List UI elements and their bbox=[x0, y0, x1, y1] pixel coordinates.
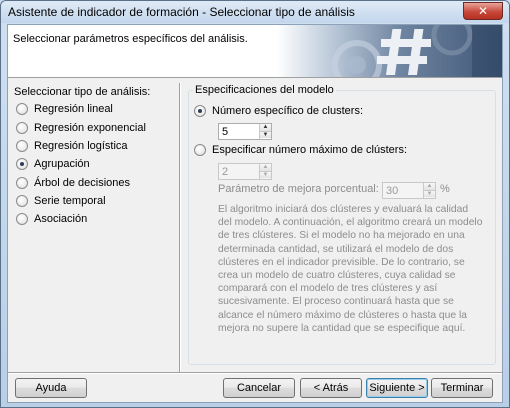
footer-separator bbox=[8, 372, 502, 374]
title-bar: Asistente de indicador de formación - Se… bbox=[1, 1, 509, 23]
radio-icon bbox=[16, 122, 28, 134]
spinner-value: 2 bbox=[222, 166, 229, 178]
radio-regresion-lineal[interactable]: Regresión lineal bbox=[16, 103, 113, 115]
spinner-value: 30 bbox=[386, 185, 399, 197]
finish-button[interactable]: Terminar bbox=[431, 378, 493, 398]
improvement-label: Parámetro de mejora porcentual: bbox=[218, 183, 379, 195]
radio-label: Regresión lineal bbox=[34, 103, 113, 115]
radio-label: Regresión logística bbox=[34, 140, 128, 152]
radio-label: Árbol de decisiones bbox=[34, 177, 131, 189]
help-button[interactable]: Ayuda bbox=[15, 378, 87, 398]
radio-icon bbox=[16, 195, 28, 207]
wizard-client-area: Seleccionar parámetros específicos del a… bbox=[7, 24, 503, 403]
window-title: Asistente de indicador de formación - Se… bbox=[8, 5, 355, 19]
spinner-value: 5 bbox=[222, 126, 229, 138]
radio-asociacion[interactable]: Asociación bbox=[16, 213, 87, 225]
specific-clusters-spinner[interactable]: 5 ▲ ▼ bbox=[218, 123, 272, 140]
radio-label: Serie temporal bbox=[34, 195, 106, 207]
spin-down-icon[interactable]: ▼ bbox=[424, 190, 435, 197]
radio-icon bbox=[16, 140, 28, 152]
radio-specific-clusters[interactable]: Número específico de clusters: bbox=[194, 105, 363, 117]
cancel-button[interactable]: Cancelar bbox=[223, 378, 295, 398]
algorithm-description: El algoritmo iniciará dos clústeres y ev… bbox=[218, 204, 483, 334]
spin-up-icon[interactable]: ▲ bbox=[260, 124, 271, 131]
radio-arbol-decisiones[interactable]: Árbol de decisiones bbox=[16, 177, 130, 189]
radio-serie-temporal[interactable]: Serie temporal bbox=[16, 195, 106, 207]
next-button[interactable]: Siguiente > bbox=[366, 378, 428, 398]
spin-down-icon[interactable]: ▼ bbox=[260, 171, 271, 178]
percent-unit: % bbox=[440, 183, 450, 195]
radio-selected-icon bbox=[194, 105, 206, 117]
max-clusters-spinner[interactable]: 2 ▲ ▼ bbox=[218, 163, 272, 180]
improvement-spinner[interactable]: 30 ▲ ▼ bbox=[382, 182, 436, 199]
radio-regresion-logistica[interactable]: Regresión logística bbox=[16, 140, 128, 152]
spin-up-icon[interactable]: ▲ bbox=[260, 164, 271, 171]
radio-label: Especificar número máximo de clústers: bbox=[212, 144, 408, 156]
radio-label: Número específico de clusters: bbox=[212, 105, 364, 117]
radio-icon bbox=[16, 213, 28, 225]
radio-icon bbox=[16, 177, 28, 189]
close-button[interactable]: ✕ bbox=[463, 2, 503, 20]
radio-icon bbox=[16, 103, 28, 115]
wizard-window: Asistente de indicador de formación - Se… bbox=[0, 0, 510, 408]
radio-regresion-exponencial[interactable]: Regresión exponencial bbox=[16, 122, 146, 134]
back-button[interactable]: < Atrás bbox=[300, 378, 362, 398]
radio-label: Regresión exponencial bbox=[34, 122, 146, 134]
gear-hash-banner-icon bbox=[332, 25, 502, 77]
radio-icon bbox=[194, 144, 206, 156]
vertical-divider bbox=[179, 83, 181, 373]
wizard-header: Seleccionar parámetros específicos del a… bbox=[8, 25, 502, 78]
banner-graphic-icon bbox=[277, 25, 502, 77]
radio-label: Asociación bbox=[34, 213, 88, 225]
radio-agrupacion[interactable]: Agrupación bbox=[16, 158, 90, 170]
group-title: Especificaciones del modelo bbox=[193, 84, 336, 96]
radio-label: Agrupación bbox=[34, 158, 90, 170]
analysis-type-label: Seleccionar tipo de análisis: bbox=[14, 86, 151, 98]
spin-down-icon[interactable]: ▼ bbox=[260, 131, 271, 138]
radio-selected-icon bbox=[16, 158, 28, 170]
spin-up-icon[interactable]: ▲ bbox=[424, 183, 435, 190]
close-icon: ✕ bbox=[477, 4, 489, 18]
header-subtitle: Seleccionar parámetros específicos del a… bbox=[13, 33, 248, 45]
radio-max-clusters[interactable]: Especificar número máximo de clústers: bbox=[194, 144, 407, 156]
